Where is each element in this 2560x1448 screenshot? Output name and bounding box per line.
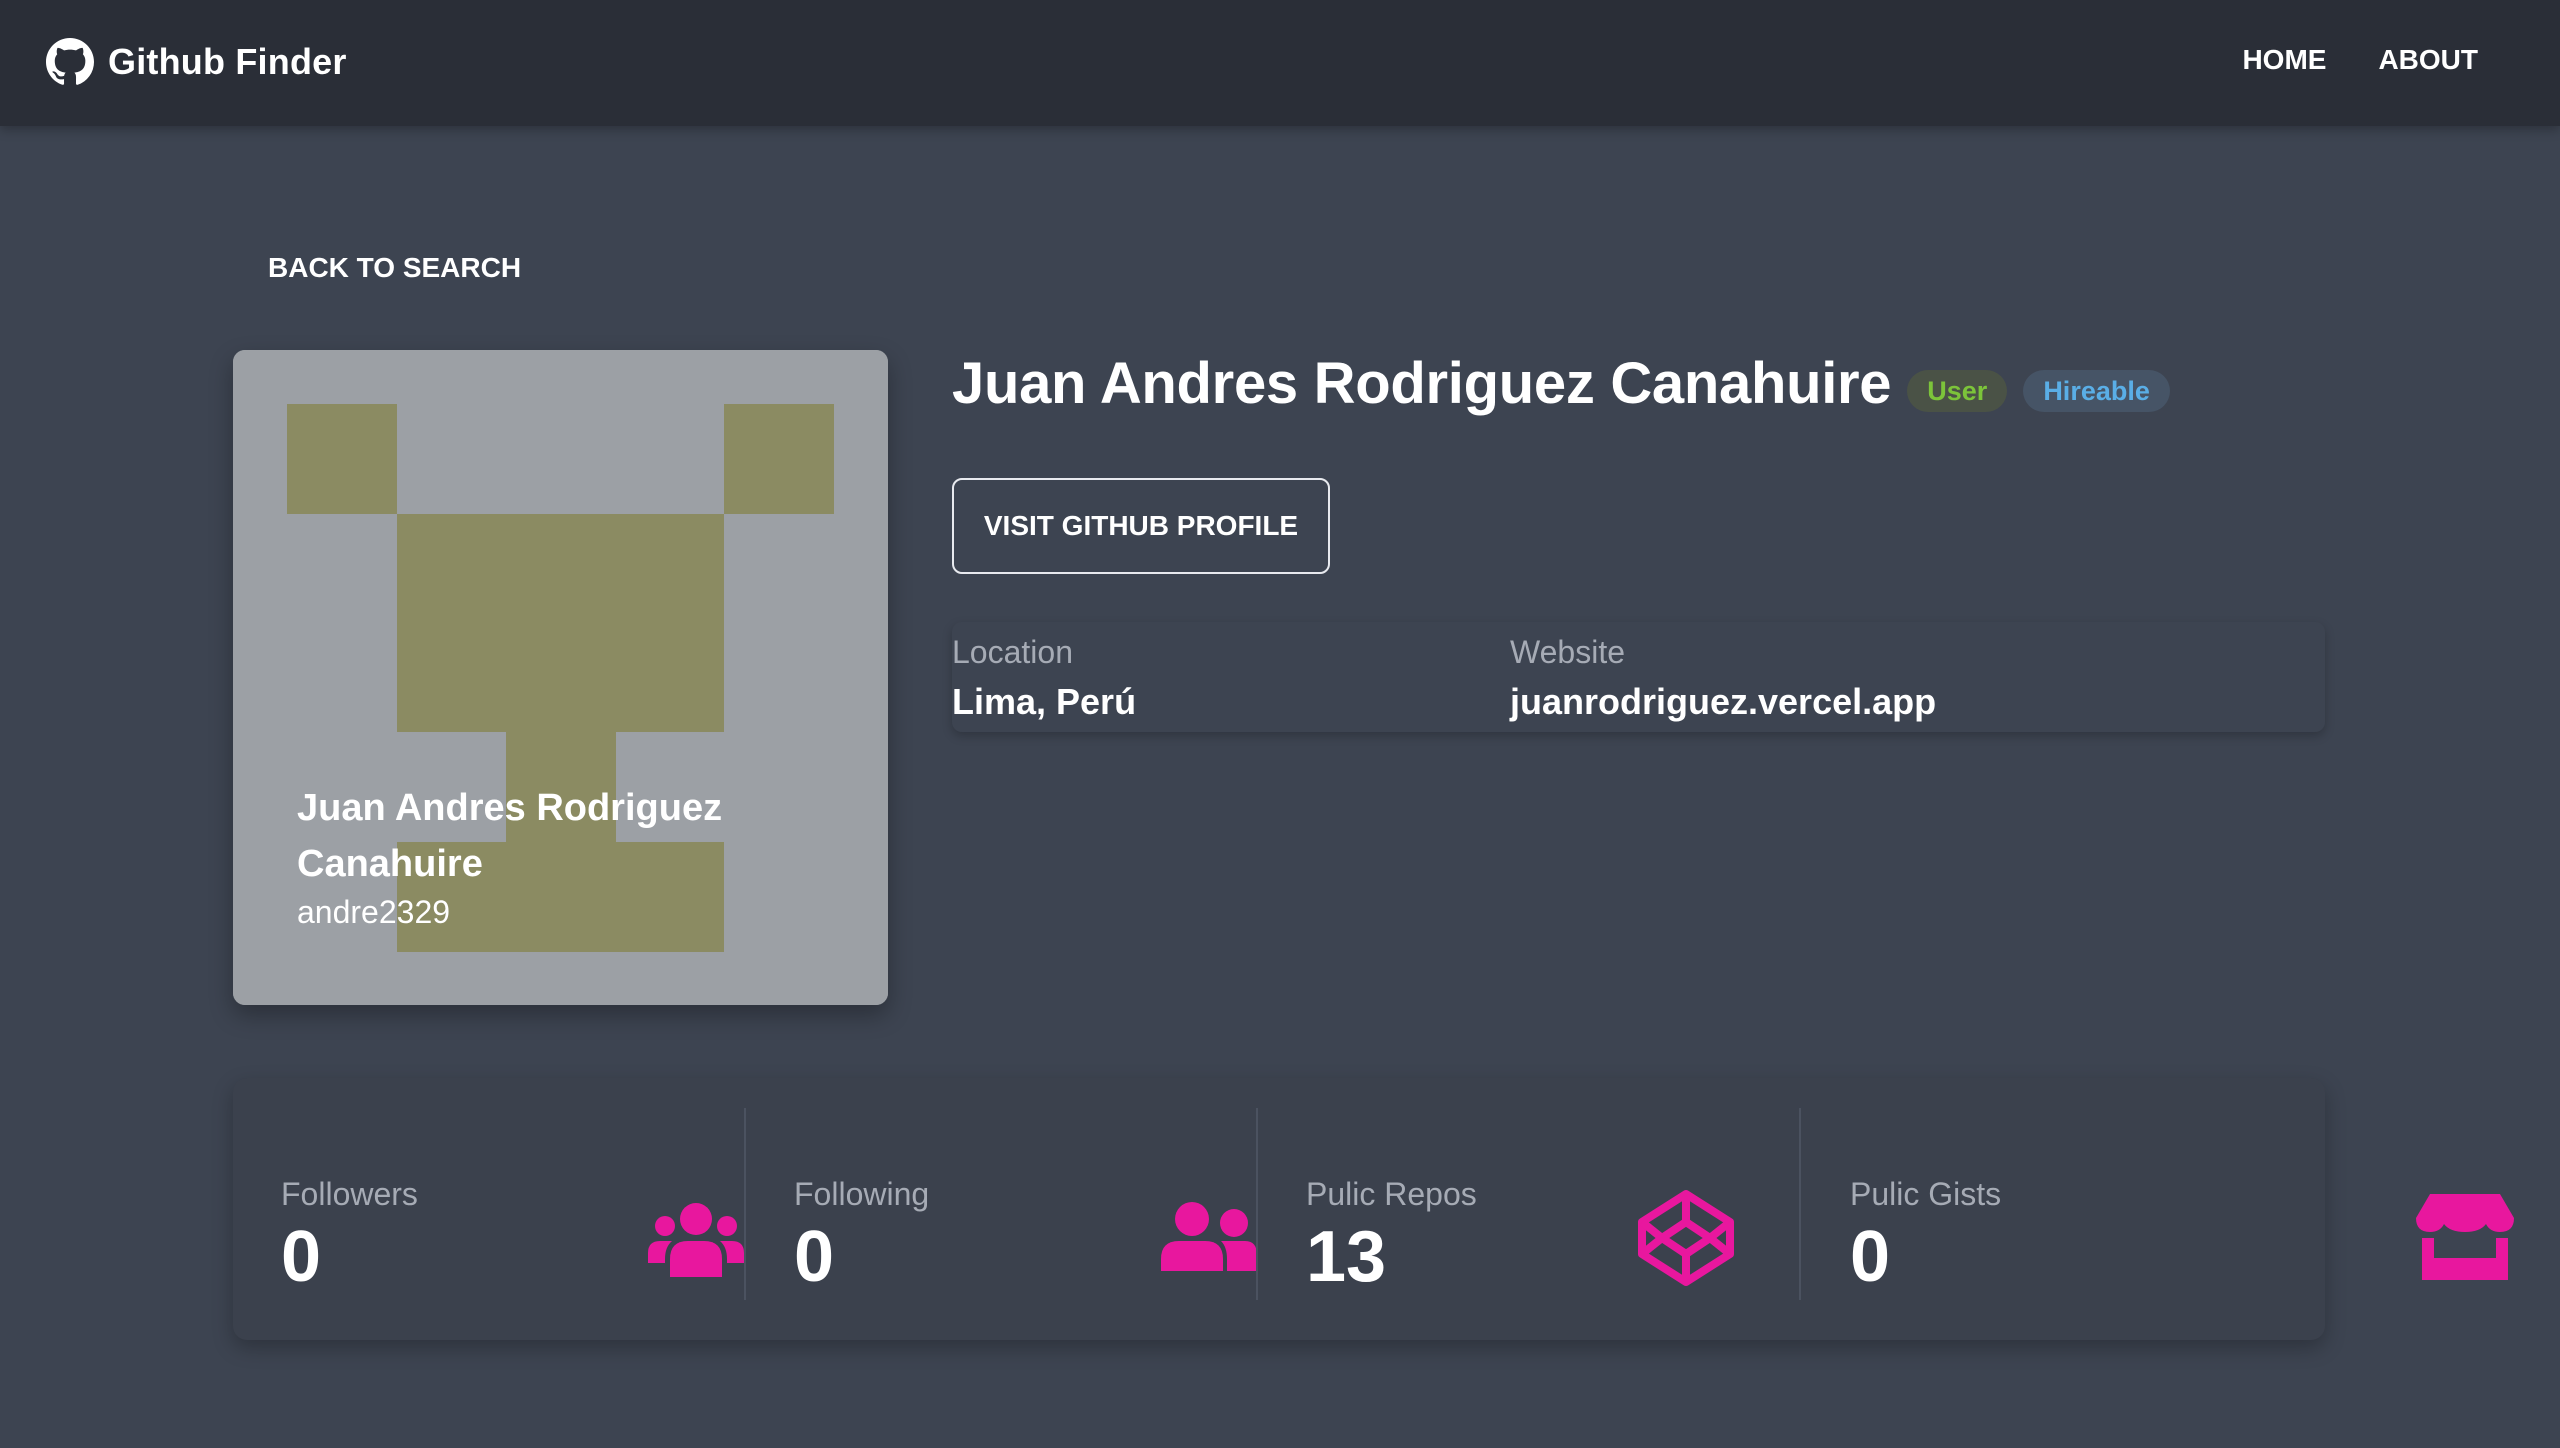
users-icon bbox=[648, 1203, 744, 1277]
avatar-card: Juan Andres Rodriguez Canahuire andre232… bbox=[233, 350, 888, 1005]
user-type-badge: User bbox=[1907, 369, 2008, 412]
stat-label: Followers bbox=[281, 1176, 418, 1212]
stat-label: Pulic Gists bbox=[1850, 1176, 2002, 1212]
back-to-search-button[interactable]: BACK TO SEARCH bbox=[268, 252, 521, 284]
location-value: Lima, Perú bbox=[952, 681, 1137, 722]
nav-links: HOME ABOUT bbox=[2216, 44, 2504, 76]
nav-home-link[interactable]: HOME bbox=[2216, 44, 2352, 76]
stat-label: Pulic Repos bbox=[1306, 1176, 1477, 1212]
hireable-badge: Hireable bbox=[2023, 369, 2170, 412]
nav-about-link[interactable]: ABOUT bbox=[2352, 44, 2504, 76]
website-link[interactable]: juanrodriguez.vercel.app bbox=[1510, 681, 1936, 723]
stats-panel: Followers 0 Following 0 Pulic Repos 13 P… bbox=[233, 1078, 2514, 1340]
stat-public-gists: Pulic Gists 0 bbox=[1850, 1108, 2514, 1300]
stat-followers: Followers 0 bbox=[281, 1108, 744, 1300]
brand-name: Github Finder bbox=[108, 41, 347, 82]
avatar-overlay: Juan Andres Rodriguez Canahuire andre232… bbox=[297, 780, 857, 931]
stat-value: 13 bbox=[1306, 1217, 1387, 1297]
store-icon bbox=[2416, 1194, 2514, 1280]
user-friends-icon bbox=[1161, 1202, 1257, 1271]
github-icon bbox=[46, 38, 94, 85]
codepen-icon bbox=[1638, 1190, 1734, 1286]
info-panel: Location Lima, Perú Website juanrodrigue… bbox=[952, 622, 2325, 732]
website-label: Website bbox=[1510, 634, 1626, 670]
visit-github-profile-button[interactable]: VISIT GITHUB PROFILE bbox=[952, 478, 1330, 574]
location-label: Location bbox=[952, 634, 1073, 670]
avatar-login: andre2329 bbox=[297, 894, 451, 930]
avatar-name: Juan Andres Rodriguez Canahuire bbox=[297, 787, 723, 885]
stat-public-repos: Pulic Repos 13 bbox=[1306, 1108, 1766, 1300]
stat-divider bbox=[1799, 1108, 1801, 1300]
stat-value: 0 bbox=[1850, 1217, 1891, 1297]
website-item: Website juanrodriguez.vercel.app bbox=[1510, 634, 1936, 723]
brand[interactable]: Github Finder bbox=[46, 38, 347, 86]
stat-value: 0 bbox=[794, 1217, 835, 1297]
profile-header: Juan Andres Rodriguez Canahuire User Hir… bbox=[952, 350, 2170, 417]
stat-label: Following bbox=[794, 1176, 930, 1212]
stat-following: Following 0 bbox=[794, 1108, 1257, 1300]
location-item: Location Lima, Perú bbox=[952, 634, 1136, 723]
stat-value: 0 bbox=[281, 1217, 322, 1297]
navbar: Github Finder HOME ABOUT bbox=[0, 0, 2560, 126]
profile-name: Juan Andres Rodriguez Canahuire bbox=[952, 351, 1892, 416]
stat-divider bbox=[1256, 1108, 1258, 1300]
stat-divider bbox=[744, 1108, 746, 1300]
